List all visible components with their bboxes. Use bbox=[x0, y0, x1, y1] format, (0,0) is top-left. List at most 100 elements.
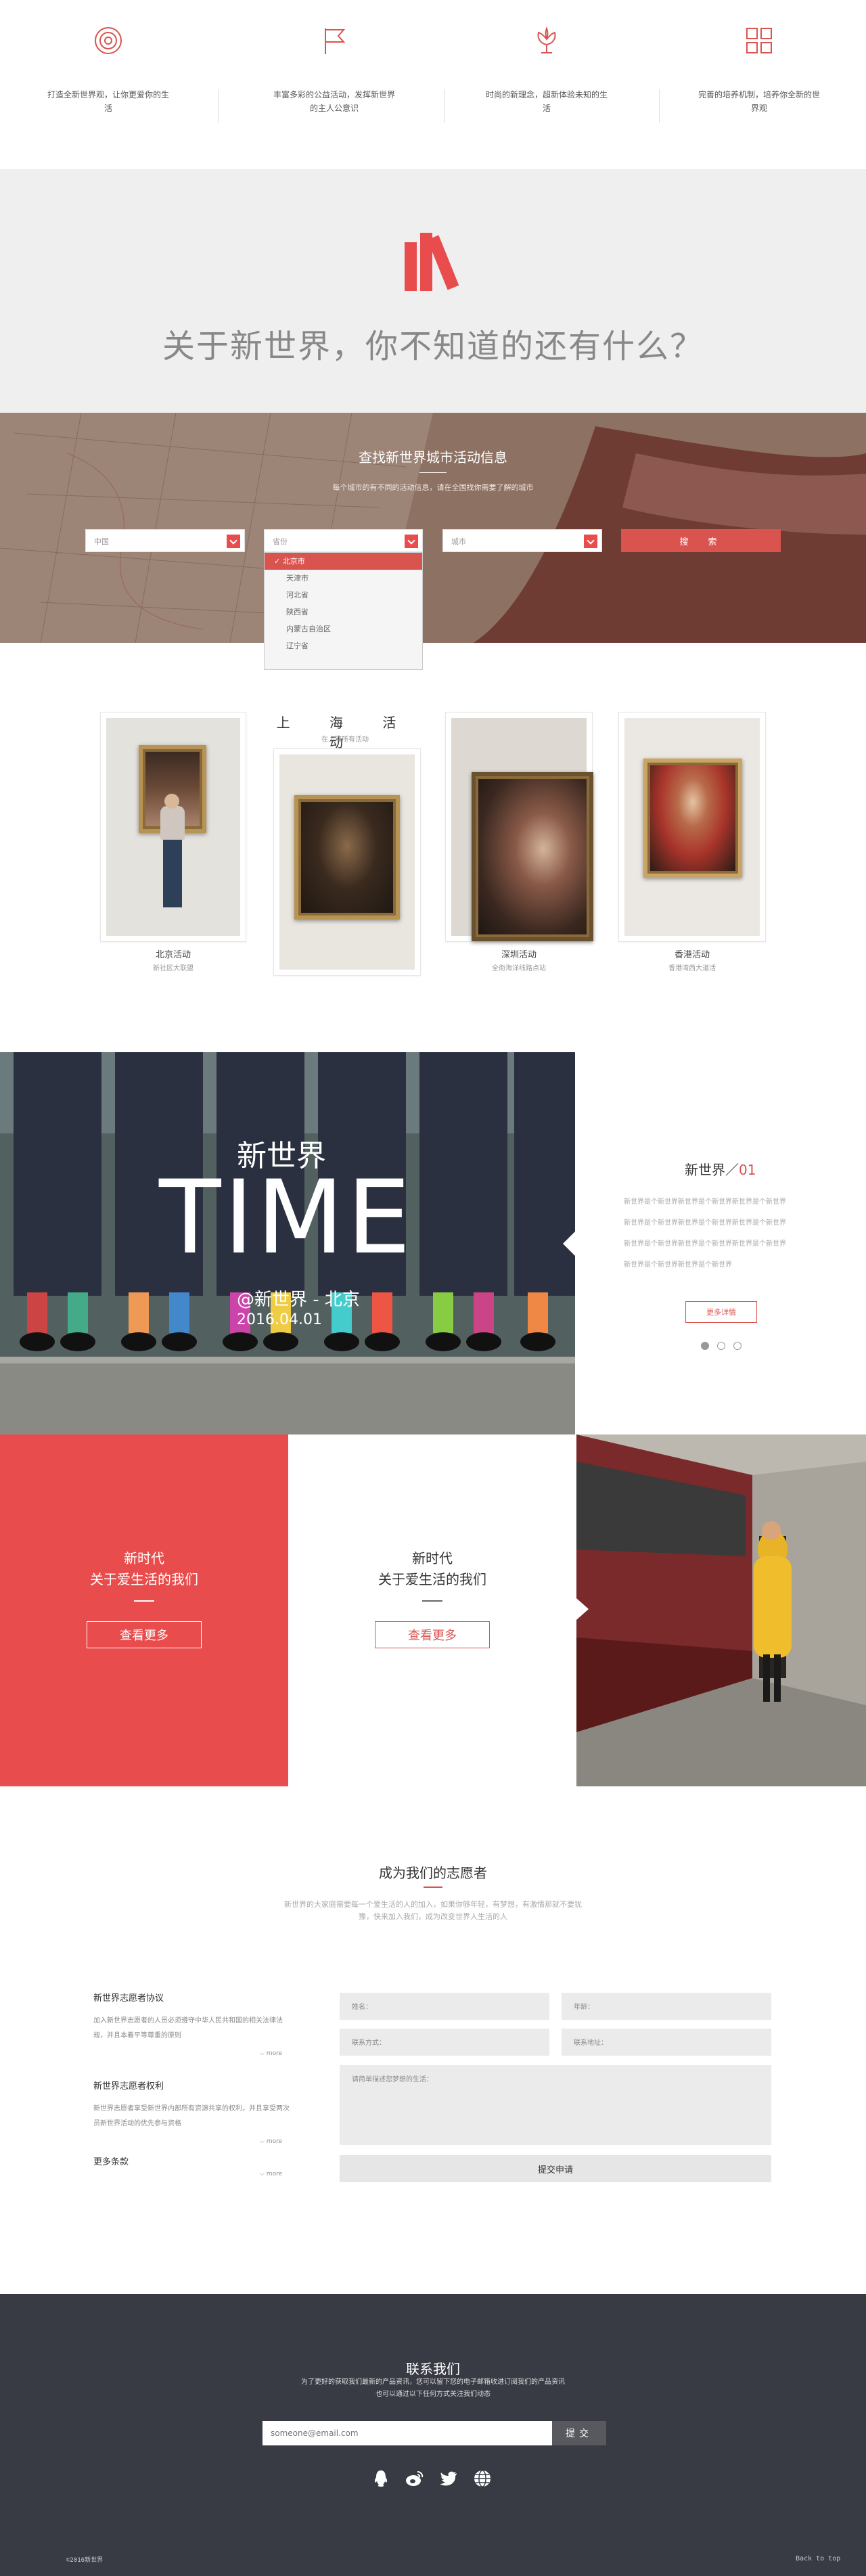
contact-field[interactable]: 联系方式： bbox=[340, 2029, 549, 2056]
dropdown-option[interactable]: 内蒙古自治区 bbox=[265, 620, 422, 637]
panel-title: 新世界／01 bbox=[685, 1162, 756, 1178]
term-more-link[interactable]: ⌵ more bbox=[260, 2138, 282, 2145]
view-more-button[interactable]: 查看更多 bbox=[375, 1621, 490, 1648]
qq-icon[interactable] bbox=[371, 2468, 391, 2489]
search-subtitle: 每个城市的有不同的活动信息，请在全国找你需要了解的城市 bbox=[332, 483, 534, 492]
back-to-top-link[interactable]: Back to top bbox=[796, 2555, 840, 2562]
dropdown-option[interactable]: 河北省 bbox=[265, 587, 422, 604]
dropdown-option[interactable]: 陕西省 bbox=[265, 604, 422, 620]
subscribe-button[interactable]: 提交 bbox=[552, 2421, 606, 2445]
copyright: ©2016新世界 bbox=[66, 2557, 104, 2564]
new-era-section: 新时代 关于爱生活的我们 查看更多 新时代 关于爱生活的我们 查看更多 bbox=[0, 1434, 866, 1786]
activity-card-hongkong[interactable] bbox=[618, 712, 766, 942]
province-select[interactable]: 省份 bbox=[264, 529, 423, 552]
panel-text: 新世界是个新世界新世界是个新世界新世界是个新世界 新世界是个新世界新世界是个新世… bbox=[624, 1198, 786, 1269]
dropdown-option[interactable]: 辽宁省 bbox=[265, 637, 422, 654]
pointer-notch bbox=[563, 1231, 575, 1256]
chevron-down-icon[interactable] bbox=[227, 535, 240, 548]
feature-item: 打造全新世界观，让你更爱你的生活 bbox=[0, 0, 216, 169]
gallery-photo bbox=[279, 754, 415, 970]
about-title: 关于新世界，你不知道的还有什么？ bbox=[162, 327, 704, 365]
term-more-link[interactable]: ⌵ more bbox=[260, 2050, 282, 2057]
term-text: 新世界志愿者享受新世界内部所有资源共享的权利，并且享受两次员新世界活动的优先参与… bbox=[93, 2105, 290, 2127]
era-subtitle: 关于爱生活的我们 bbox=[90, 1571, 198, 1587]
dropdown-option[interactable]: 天津市 bbox=[265, 570, 422, 587]
divider bbox=[422, 1600, 442, 1602]
twitter-icon[interactable] bbox=[438, 2468, 459, 2489]
chevron-down-icon[interactable] bbox=[584, 535, 597, 548]
age-field[interactable]: 年龄： bbox=[562, 1993, 771, 2020]
activity-card-shanghai[interactable] bbox=[273, 748, 421, 976]
activity-card-shenzhen[interactable] bbox=[445, 712, 593, 942]
era-card-white: 新时代 关于爱生活的我们 查看更多 bbox=[288, 1434, 576, 1786]
activity-title: 上 海 活 动 bbox=[276, 715, 414, 750]
volunteer-title: 成为我们的志愿者 bbox=[379, 1865, 487, 1881]
feature-text: 打造全新世界观，让你更爱你的生活 bbox=[47, 90, 170, 113]
name-field[interactable]: 姓名： bbox=[340, 1993, 549, 2020]
carousel-dot[interactable] bbox=[733, 1342, 742, 1350]
search-button[interactable]: 搜 索 bbox=[621, 529, 781, 552]
feature-item: 完善的培养机制，培养你全新的世界观 bbox=[651, 0, 866, 169]
search-title: 查找新世界城市活动信息 bbox=[359, 449, 507, 466]
card-title: 深圳活动 bbox=[501, 950, 537, 960]
card-subtitle: 新社区大联盟 bbox=[153, 965, 193, 972]
painting bbox=[294, 795, 400, 920]
person-head bbox=[164, 794, 179, 809]
about-hero: 关于新世界，你不知道的还有什么？ bbox=[0, 169, 866, 413]
gallery-photo bbox=[451, 718, 593, 941]
footer-title: 联系我们 bbox=[406, 2361, 460, 2377]
shanghai-activity-section: 上 海 活 动 在上海所有活动 北京活动 新社区大联盟 深圳活动 全街海洋线路点 bbox=[0, 643, 866, 1052]
country-select[interactable]: 中国 bbox=[85, 529, 245, 552]
era-title: 新时代 bbox=[412, 1550, 453, 1566]
city-search-section: 查找新世界城市活动信息 每个城市的有不同的活动信息，请在全国找你需要了解的城市 … bbox=[0, 413, 866, 670]
time-feature-section: 新世界 TIME @新世界 - 北京 2016.04.01 新世界／01 新世界… bbox=[0, 1052, 866, 1434]
feature-text: 丰富多彩的公益活动，发挥新世界的主人公意识 bbox=[273, 90, 396, 113]
person-figure bbox=[160, 806, 185, 840]
activity-card-beijing[interactable] bbox=[100, 712, 246, 942]
gallery-photo bbox=[106, 718, 240, 936]
socks-photo: 新世界 TIME @新世界 - 北京 2016.04.01 bbox=[0, 1052, 575, 1434]
email-input[interactable] bbox=[263, 2421, 552, 2445]
gallery-photo bbox=[624, 718, 760, 936]
features-section: 打造全新世界观，让你更爱你的生活 丰富多彩的公益活动，发挥新世界的主人公意识 时… bbox=[0, 0, 866, 169]
time-date: 2016.04.01 bbox=[237, 1311, 322, 1328]
globe-icon[interactable] bbox=[472, 2468, 493, 2489]
books-icon bbox=[405, 233, 459, 291]
dream-life-textarea[interactable]: 请简单描述您梦想的生活： bbox=[340, 2065, 771, 2145]
activity-subtitle: 在上海所有活动 bbox=[321, 736, 369, 744]
contact-footer: 联系我们 为了更好的获取我们最新的产品资讯，您可以留下您的电子邮箱收进订阅我们的… bbox=[0, 2294, 866, 2576]
weibo-icon[interactable] bbox=[405, 2468, 425, 2489]
term-title: 新世界志愿者权利 bbox=[93, 2081, 164, 2092]
painting bbox=[472, 772, 593, 941]
time-headline: TIME bbox=[159, 1159, 414, 1277]
dropdown-option[interactable]: ✓ 北京市 bbox=[265, 553, 422, 570]
era-title: 新时代 bbox=[124, 1550, 164, 1566]
card-subtitle: 香港湾西大道活 bbox=[668, 965, 716, 972]
person-legs bbox=[163, 840, 182, 907]
term-more-link[interactable]: ⌵ more bbox=[260, 2171, 282, 2177]
province-dropdown: ✓ 北京市 天津市 河北省 陕西省 内蒙古自治区 辽宁省 bbox=[264, 552, 423, 670]
term-title: 更多条款 bbox=[93, 2157, 129, 2167]
flag-icon bbox=[325, 28, 346, 54]
feature-text: 完善的培养机制，培养你全新的世界观 bbox=[698, 90, 821, 113]
divider bbox=[134, 1600, 154, 1602]
chevron-down-icon[interactable] bbox=[405, 535, 418, 548]
more-details-button[interactable]: 更多详情 bbox=[685, 1301, 757, 1323]
carousel-dot[interactable] bbox=[717, 1342, 725, 1350]
feature-item: 时尚的新理念，超新体验未知的生活 bbox=[438, 0, 655, 169]
era-card-red: 新时代 关于爱生活的我们 查看更多 bbox=[0, 1434, 288, 1786]
city-select-value: 城市 bbox=[451, 537, 466, 546]
carousel-dot-active[interactable] bbox=[701, 1342, 709, 1350]
train-station-photo bbox=[576, 1434, 866, 1786]
city-select[interactable]: 城市 bbox=[442, 529, 602, 552]
title-underline bbox=[419, 472, 447, 473]
target-icon bbox=[95, 27, 122, 54]
lotus-icon bbox=[537, 26, 556, 53]
card-title: 北京活动 bbox=[155, 950, 191, 960]
view-more-button[interactable]: 查看更多 bbox=[87, 1621, 202, 1648]
address-field[interactable]: 联系地址： bbox=[562, 2029, 771, 2056]
volunteer-section: 成为我们的志愿者 新世界的大家庭需要每一个爱生活的人的加入，如果你够年轻，有梦想… bbox=[0, 1786, 866, 2294]
submit-application-button[interactable]: 提交申请 bbox=[340, 2155, 771, 2182]
train-photo-art bbox=[576, 1434, 866, 1786]
time-location: @新世界 - 北京 bbox=[237, 1290, 360, 1310]
